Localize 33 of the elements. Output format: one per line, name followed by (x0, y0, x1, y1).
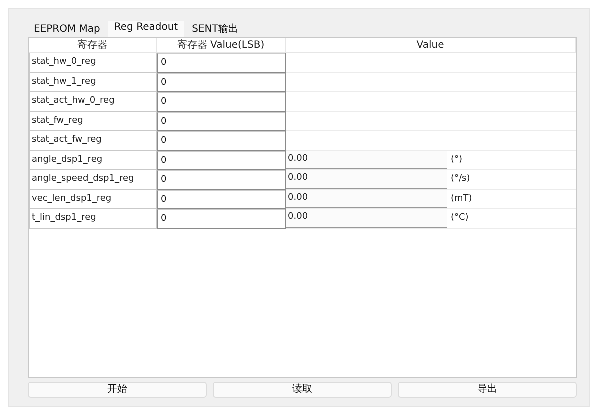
value-field[interactable]: 0.00 (286, 150, 447, 169)
register-name: stat_hw_0_reg (29, 53, 157, 72)
column-header: Value (286, 38, 576, 53)
register-name: stat_hw_1_reg (29, 72, 157, 92)
value-field[interactable]: 0.00 (286, 170, 447, 188)
register-name: stat_fw_reg (29, 112, 157, 131)
value-field[interactable]: 0.00 (286, 209, 447, 228)
unit-label: (°) (450, 154, 463, 166)
register-name: vec_len_dsp1_reg (29, 190, 157, 209)
register-name: angle_speed_dsp1_reg (29, 170, 157, 190)
lsb-input-field[interactable]: 0 (157, 190, 286, 209)
tab[interactable]: Reg Readout (108, 21, 184, 37)
lsb-input-field[interactable]: 0 (157, 209, 286, 228)
action-button[interactable]: 导出 (398, 382, 577, 398)
lsb-input-field[interactable]: 0 (157, 170, 286, 190)
lsb-input-field[interactable]: 0 (157, 92, 286, 112)
register-name: stat_act_fw_reg (29, 131, 157, 150)
unit-label: (°C) (450, 212, 469, 225)
value-field[interactable]: 0.00 (286, 190, 447, 208)
lsb-input-field[interactable]: 0 (157, 53, 286, 72)
lsb-input-field[interactable]: 0 (157, 72, 286, 92)
lsb-input-field[interactable]: 0 (157, 131, 286, 150)
unit-label: (°/s) (450, 173, 470, 186)
lsb-input-field[interactable]: 0 (157, 112, 286, 131)
tab[interactable]: EEPROM Map (28, 23, 106, 37)
register-name: stat_act_hw_0_reg (29, 92, 157, 112)
action-button[interactable]: 开始 (28, 382, 207, 398)
register-name: t_lin_dsp1_reg (29, 209, 157, 228)
unit-label: (mT) (450, 192, 472, 206)
action-button[interactable]: 读取 (213, 382, 392, 398)
register-name: angle_dsp1_reg (29, 150, 157, 170)
tab[interactable]: SENT输出 (186, 23, 244, 37)
lsb-input-field[interactable]: 0 (157, 150, 286, 170)
